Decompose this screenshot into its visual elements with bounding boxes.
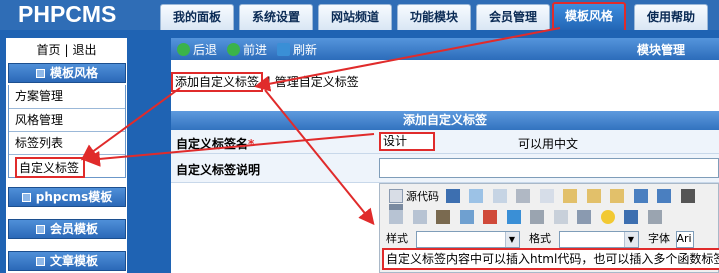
- attachment-icon[interactable]: [530, 210, 544, 224]
- paste-text-icon[interactable]: [586, 189, 601, 203]
- rich-text-editor: 源代码 样式 ▼ 格式 ▼ 字体 Ari 自定义标签内容中可以插入html代码，…: [379, 183, 719, 273]
- name-label: 自定义标签名*: [176, 137, 255, 151]
- source-button[interactable]: 源代码: [406, 190, 439, 203]
- section-header-template-style[interactable]: 模板风格: [8, 63, 126, 83]
- refresh-icon: [277, 43, 290, 56]
- tab-help[interactable]: 使用帮助: [634, 4, 708, 30]
- forward-arrow-icon: [227, 43, 240, 56]
- manage-custom-tag-link[interactable]: 管理自定义标签: [275, 75, 359, 89]
- home-link[interactable]: 首页: [36, 43, 60, 57]
- editor-content[interactable]: 自定义标签内容中可以插入html代码，也可以插入多个函数标签: [382, 248, 719, 270]
- form-row-description: 自定义标签说明: [171, 154, 719, 183]
- name-hint: 可以用中文: [518, 137, 579, 151]
- expand-icon: [35, 257, 45, 266]
- paste-word-icon[interactable]: [610, 189, 624, 203]
- format-label: 格式: [529, 232, 551, 245]
- sidebar-item-style[interactable]: 风格管理: [9, 108, 125, 131]
- main-area: 后退 前进 刷新 模块管理 添加自定义标签 | 管理自定义标签 添加自定义标签 …: [165, 30, 719, 273]
- section-header-article-template[interactable]: 文章模板: [8, 251, 126, 271]
- form-row-name: 自定义标签名* 设计 可以用中文: [171, 130, 719, 154]
- tab-function-modules[interactable]: 功能模块: [397, 4, 471, 30]
- horizontal-rule-icon[interactable]: [577, 210, 591, 224]
- sidebar-menu: 方案管理 风格管理 标签列表 自定义标签: [8, 85, 126, 178]
- section-label: 模板风格: [49, 66, 98, 80]
- editor-toolbar-row-3: 样式 ▼ 格式 ▼ 字体 Ari: [386, 230, 719, 250]
- sidebar-item-scheme[interactable]: 方案管理: [9, 85, 125, 108]
- page-break-icon[interactable]: [647, 210, 662, 224]
- format-select[interactable]: ▼: [558, 230, 639, 248]
- cut-icon[interactable]: [516, 189, 530, 203]
- sidebar-item-custom-tag-row: 自定义标签: [9, 154, 125, 178]
- style-label: 样式: [386, 232, 408, 245]
- section-header-member-template[interactable]: 会员模板: [8, 219, 126, 239]
- special-char-icon[interactable]: [624, 210, 638, 224]
- logout-link[interactable]: 退出: [73, 43, 97, 57]
- forward-button[interactable]: 前进: [227, 41, 267, 58]
- editor-toolbar-row-1: 源代码: [386, 188, 719, 218]
- sidebar-toplinks: 首页 | 退出: [6, 41, 127, 58]
- toolbar: 后退 前进 刷新 模块管理: [171, 38, 719, 60]
- back-button[interactable]: 后退: [177, 41, 217, 58]
- source-icon[interactable]: [389, 189, 403, 203]
- table-icon[interactable]: [553, 210, 568, 224]
- style-select[interactable]: ▼: [415, 230, 520, 248]
- smiley-icon[interactable]: [600, 210, 615, 224]
- tab-site-channels[interactable]: 网站频道: [318, 4, 392, 30]
- find-icon[interactable]: [680, 189, 695, 203]
- top-bar: PHPCMS 我的面板 系统设置 网站频道 功能模块 会员管理 模板风格 使用帮…: [0, 0, 719, 30]
- tab-my-panel[interactable]: 我的面板: [160, 4, 234, 30]
- chevron-down-icon: ▼: [623, 231, 638, 247]
- chevron-down-icon: ▼: [504, 231, 519, 247]
- tag-description-input[interactable]: [379, 158, 719, 178]
- anchor-icon[interactable]: [436, 210, 450, 224]
- add-tag-form: 添加自定义标签: [171, 111, 719, 130]
- separator: |: [64, 43, 69, 57]
- link-icon[interactable]: [389, 210, 403, 224]
- description-label: 自定义标签说明: [176, 163, 261, 177]
- image-icon[interactable]: [459, 210, 474, 224]
- redo-icon[interactable]: [657, 189, 671, 203]
- sidebar: 首页 | 退出 模板风格 方案管理 风格管理 标签列表 自定义标签 phpcms模板…: [0, 30, 165, 273]
- preview-icon[interactable]: [469, 189, 483, 203]
- sidebar-item-custom-tag[interactable]: 自定义标签: [15, 157, 85, 178]
- save-icon[interactable]: [445, 189, 460, 203]
- form-title: 添加自定义标签: [171, 111, 719, 130]
- required-mark: *: [248, 137, 255, 151]
- tab-template-style[interactable]: 模板风格: [552, 2, 626, 30]
- section-header-phpcms-template[interactable]: phpcms模板: [8, 187, 126, 207]
- expand-icon: [35, 225, 45, 234]
- paste-icon[interactable]: [563, 189, 577, 203]
- font-select[interactable]: Ari: [675, 230, 694, 248]
- expand-icon: [21, 193, 31, 202]
- toolbar-title: 模块管理: [636, 43, 685, 57]
- sidebar-item-tag-list[interactable]: 标签列表: [9, 131, 125, 154]
- undo-icon[interactable]: [633, 189, 648, 203]
- add-custom-tag-link[interactable]: 添加自定义标签: [171, 72, 264, 92]
- template-icon[interactable]: [492, 189, 507, 203]
- tab-system-settings[interactable]: 系统设置: [239, 4, 313, 30]
- collapse-icon: [35, 69, 45, 78]
- font-label: 字体: [648, 232, 670, 245]
- editor-toolbar-row-2: [386, 210, 719, 230]
- section-label: 文章模板: [49, 254, 98, 268]
- flash-icon[interactable]: [483, 210, 497, 224]
- unlink-icon[interactable]: [412, 210, 427, 224]
- app-logo: PHPCMS: [18, 1, 117, 27]
- main-content: 后退 前进 刷新 模块管理 添加自定义标签 | 管理自定义标签 添加自定义标签 …: [171, 38, 719, 273]
- copy-icon[interactable]: [539, 189, 554, 203]
- section-label: phpcms模板: [35, 190, 113, 204]
- media-icon[interactable]: [506, 210, 521, 224]
- tag-name-input[interactable]: 设计: [379, 132, 435, 151]
- separator: |: [266, 75, 271, 89]
- back-arrow-icon: [177, 43, 190, 56]
- tab-member-management[interactable]: 会员管理: [476, 4, 550, 30]
- sub-links: 添加自定义标签 | 管理自定义标签: [171, 72, 359, 92]
- refresh-button[interactable]: 刷新: [277, 41, 317, 58]
- section-label: 会员模板: [49, 222, 98, 236]
